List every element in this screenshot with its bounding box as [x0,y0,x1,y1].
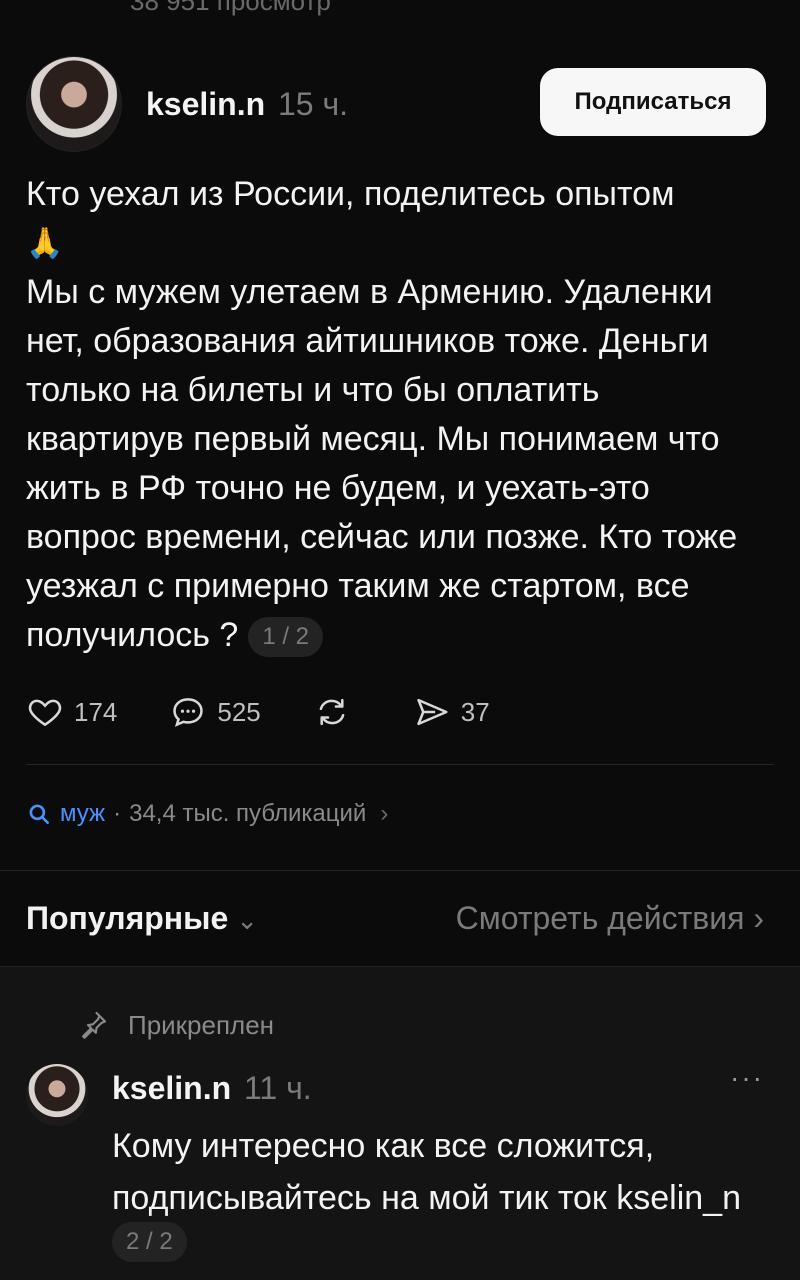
divider [0,870,800,871]
avatar[interactable] [26,56,122,152]
reply-text: Кому интересно как все сложится, подписы… [112,1127,741,1217]
reply-time: 11 ч. [244,1070,312,1106]
comment-count: 525 [217,696,261,727]
page-badge: 1 / 2 [248,617,324,658]
pin-icon [82,1011,107,1039]
divider [26,764,774,765]
repost-icon [319,698,345,726]
share-icon [417,698,448,726]
share-button[interactable]: 37 [413,693,490,731]
pray-emoji: 🙏 [26,227,64,260]
views-count-partial: 38 951 просмотр [130,0,331,16]
avatar[interactable] [26,1064,88,1126]
post-first-line: Кто уехал из России, поделитесь опытом [26,175,675,213]
topic-link[interactable]: муж · 34,4 тыс. публикаций › [26,800,388,828]
sort-dropdown[interactable]: Популярные ⌄ [26,900,258,937]
post-text: Кто уехал из России, поделитесь опытом 🙏… [26,170,766,660]
repost-button[interactable] [313,693,361,731]
topic-count: 34,4 тыс. публикаций [129,800,367,827]
reply-author[interactable]: kselin.n [112,1070,231,1107]
search-icon [29,804,49,824]
topic-separator: · [113,800,122,827]
chevron-down-icon: ⌄ [236,905,259,935]
topic-keyword: муж [60,800,106,827]
post-time: 15 ч. [278,86,349,122]
more-options-icon[interactable]: ··· [730,1062,764,1094]
view-actions-link[interactable]: Смотреть действия › [456,900,764,937]
post-body-content: Мы с мужем улетаем в Армению. Удаленки н… [26,273,738,654]
chevron-right-icon: › [380,800,389,827]
pinned-indicator: Прикреплен [76,1008,274,1042]
subscribe-button[interactable]: Подписаться [540,68,766,136]
share-count: 37 [460,696,490,727]
comment-icon [173,698,204,727]
like-button[interactable]: 174 [26,693,117,731]
heart-icon [28,699,62,727]
post-body-text: Мы с мужем улетаем в Армению. Удаленки н… [26,268,766,660]
comment-button[interactable]: 525 [169,693,261,731]
post-author[interactable]: kselin.n [146,86,265,123]
page-badge: 2 / 2 [112,1222,187,1262]
like-count: 174 [74,696,118,727]
pinned-label: Прикреплен [128,1009,275,1040]
sort-label: Популярные [26,900,229,936]
post-actions: 174 525 37 [26,690,542,734]
